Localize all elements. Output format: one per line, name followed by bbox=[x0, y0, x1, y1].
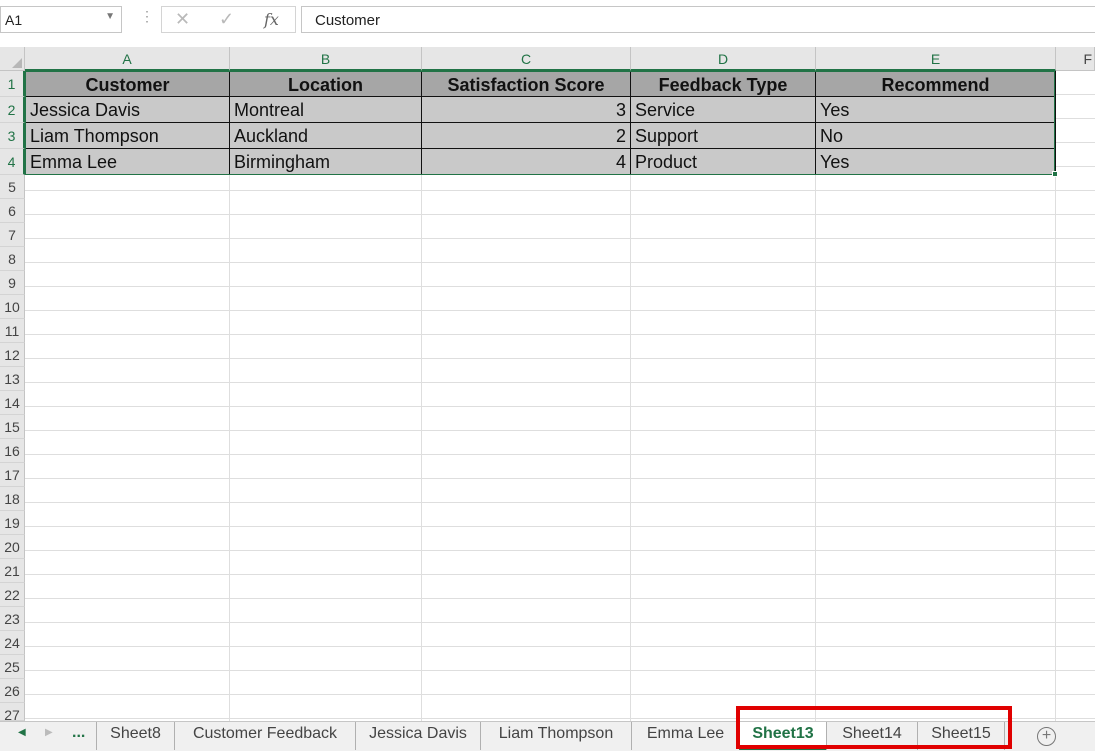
tab-sheet15[interactable]: Sheet15 bbox=[917, 722, 1005, 750]
row-header-19[interactable]: 19 bbox=[0, 511, 25, 535]
select-all-button[interactable] bbox=[0, 47, 25, 71]
column-header-a[interactable]: A bbox=[25, 47, 230, 71]
row-header-11[interactable]: 11 bbox=[0, 319, 25, 343]
drag-handle-icon[interactable]: ⋮ bbox=[140, 8, 154, 25]
row-header-1[interactable]: 1 bbox=[0, 71, 25, 97]
row-header-6[interactable]: 6 bbox=[0, 199, 25, 223]
row-header-13[interactable]: 13 bbox=[0, 367, 25, 391]
row-header-9[interactable]: 9 bbox=[0, 271, 25, 295]
cell-a1[interactable]: Customer bbox=[25, 71, 230, 97]
row-header-8[interactable]: 8 bbox=[0, 247, 25, 271]
cell-d2[interactable]: Service bbox=[631, 97, 816, 123]
formula-input[interactable]: Customer bbox=[301, 6, 1095, 33]
enter-icon[interactable]: ✓ bbox=[219, 9, 234, 30]
tab-sheet14[interactable]: Sheet14 bbox=[826, 722, 917, 750]
tab-liam-thompson[interactable]: Liam Thompson bbox=[480, 722, 631, 750]
row-header-2[interactable]: 2 bbox=[0, 97, 25, 123]
cell-c4[interactable]: 4 bbox=[422, 149, 631, 175]
scroll-left-icon[interactable]: ◀ bbox=[18, 727, 26, 738]
row-header-15[interactable]: 15 bbox=[0, 415, 25, 439]
column-header-d[interactable]: D bbox=[631, 47, 816, 71]
tab-customer-feedback[interactable]: Customer Feedback bbox=[174, 722, 355, 750]
column-header-b[interactable]: B bbox=[230, 47, 422, 71]
row-header-4[interactable]: 4 bbox=[0, 149, 25, 175]
cell-e2[interactable]: Yes bbox=[816, 97, 1056, 123]
column-header-f[interactable]: F bbox=[1056, 47, 1095, 71]
row-header-14[interactable]: 14 bbox=[0, 391, 25, 415]
cell-d1[interactable]: Feedback Type bbox=[631, 71, 816, 97]
row-header-26[interactable]: 26 bbox=[0, 679, 25, 703]
row-header-3[interactable]: 3 bbox=[0, 123, 25, 149]
cell-d3[interactable]: Support bbox=[631, 123, 816, 149]
cell-d4[interactable]: Product bbox=[631, 149, 816, 175]
row-header-27[interactable]: 27 bbox=[0, 703, 25, 721]
sheet-tab-bar: ◀ ▶ ... Sheet8 Customer Feedback Jessica… bbox=[0, 721, 1095, 751]
insert-function-icon[interactable]: fx bbox=[264, 10, 279, 29]
tab-sheet13[interactable]: Sheet13 bbox=[739, 722, 826, 750]
cell-a4[interactable]: Emma Lee bbox=[25, 149, 230, 175]
row-header-21[interactable]: 21 bbox=[0, 559, 25, 583]
row-header-16[interactable]: 16 bbox=[0, 439, 25, 463]
cell-e3[interactable]: No bbox=[816, 123, 1056, 149]
add-sheet-icon[interactable]: + bbox=[1037, 727, 1056, 746]
scroll-right-icon[interactable]: ▶ bbox=[45, 727, 53, 738]
name-box[interactable]: A1 ▼ bbox=[0, 6, 122, 33]
cell-a2[interactable]: Jessica Davis bbox=[25, 97, 230, 123]
tab-emma-lee[interactable]: Emma Lee bbox=[631, 722, 739, 750]
row-header-10[interactable]: 10 bbox=[0, 295, 25, 319]
cell-e4[interactable]: Yes bbox=[816, 149, 1056, 175]
formula-buttons: ✕ ✓ fx bbox=[161, 6, 296, 33]
name-box-value: A1 bbox=[5, 12, 23, 28]
cell-a3[interactable]: Liam Thompson bbox=[25, 123, 230, 149]
more-sheets-button[interactable]: ... bbox=[72, 724, 85, 742]
cell-c2[interactable]: 3 bbox=[422, 97, 631, 123]
row-header-5[interactable]: 5 bbox=[0, 175, 25, 199]
tab-sheet8[interactable]: Sheet8 bbox=[96, 722, 174, 750]
tab-jessica-davis[interactable]: Jessica Davis bbox=[355, 722, 480, 750]
cell-b4[interactable]: Birmingham bbox=[230, 149, 422, 175]
row-header-25[interactable]: 25 bbox=[0, 655, 25, 679]
cell-b3[interactable]: Auckland bbox=[230, 123, 422, 149]
row-header-12[interactable]: 12 bbox=[0, 343, 25, 367]
column-header-c[interactable]: C bbox=[422, 47, 631, 71]
row-header-18[interactable]: 18 bbox=[0, 487, 25, 511]
cell-c1[interactable]: Satisfaction Score bbox=[422, 71, 631, 97]
chevron-down-icon[interactable]: ▼ bbox=[105, 11, 115, 22]
row-header-17[interactable]: 17 bbox=[0, 463, 25, 487]
cell-b2[interactable]: Montreal bbox=[230, 97, 422, 123]
row-header-7[interactable]: 7 bbox=[0, 223, 25, 247]
cell-c3[interactable]: 2 bbox=[422, 123, 631, 149]
row-header-24[interactable]: 24 bbox=[0, 631, 25, 655]
cancel-icon[interactable]: ✕ bbox=[175, 9, 190, 30]
row-header-23[interactable]: 23 bbox=[0, 607, 25, 631]
cell-b1[interactable]: Location bbox=[230, 71, 422, 97]
column-header-e[interactable]: E bbox=[816, 47, 1056, 71]
row-header-22[interactable]: 22 bbox=[0, 583, 25, 607]
cell-e1[interactable]: Recommend bbox=[816, 71, 1056, 97]
formula-bar: A1 ▼ ⋮ ✕ ✓ fx Customer bbox=[0, 0, 1095, 40]
fill-handle[interactable] bbox=[1052, 171, 1058, 177]
row-header-20[interactable]: 20 bbox=[0, 535, 25, 559]
